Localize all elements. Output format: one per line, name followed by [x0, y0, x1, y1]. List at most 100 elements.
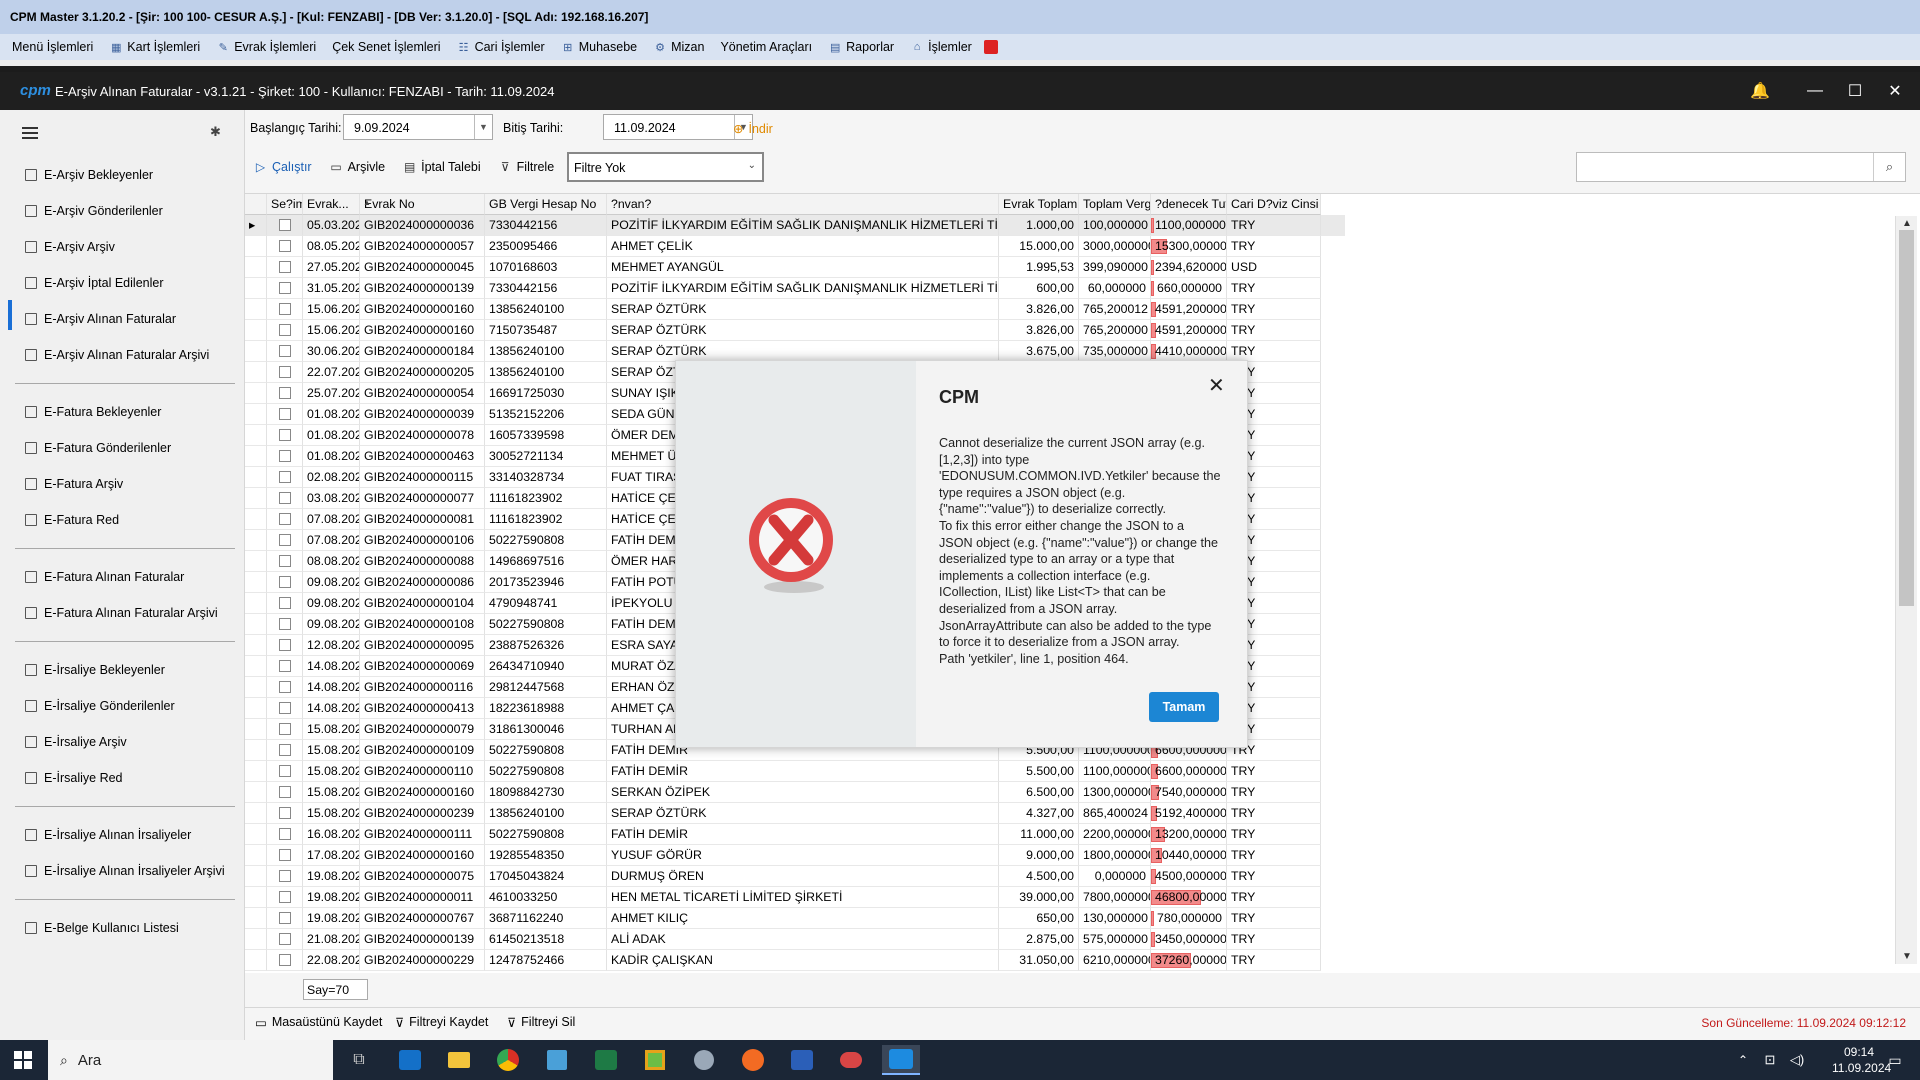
table-row[interactable]: 19.08.2024GIB202400000076736871162240AHM…	[245, 908, 1345, 929]
sidebar-item-efatura-arsiv[interactable]: E-Fatura Arşiv	[25, 473, 123, 495]
row-checkbox[interactable]	[279, 219, 291, 231]
chrome-icon[interactable]	[493, 1045, 523, 1075]
row-checkbox[interactable]	[279, 450, 291, 462]
menu-kart-islemleri[interactable]: ▦ Kart İşlemleri	[101, 36, 208, 58]
row-checkbox[interactable]	[279, 723, 291, 735]
menu-cek-senet[interactable]: Çek Senet İşlemleri	[324, 36, 448, 58]
excel-icon[interactable]	[591, 1045, 621, 1075]
menu-yonetim-araclari[interactable]: Yönetim Araçları	[712, 36, 820, 58]
row-checkbox[interactable]	[279, 849, 291, 861]
row-checkbox[interactable]	[279, 786, 291, 798]
table-row[interactable]: 16.08.2024GIB202400000011150227590808FAT…	[245, 824, 1345, 845]
sidebar-item-eirsaliye-bekleyenler[interactable]: E-İrsaliye Bekleyenler	[25, 659, 165, 681]
menu-muhasebe[interactable]: ⊞ Muhasebe	[553, 36, 645, 58]
sidebar-item-earsiv-arsiv[interactable]: E-Arşiv Arşiv	[25, 236, 115, 258]
row-checkbox[interactable]	[279, 471, 291, 483]
row-checkbox[interactable]	[279, 597, 291, 609]
save-filter-button[interactable]: ⊽ Filtreyi Kaydet	[395, 1008, 488, 1036]
volume-icon[interactable]: ◁)	[1782, 1045, 1812, 1075]
sidebar-item-earsiv-bekleyenler[interactable]: E-Arşiv Bekleyenler	[25, 164, 153, 186]
taskbar-clock[interactable]: 09:14 11.09.2024	[1832, 1044, 1891, 1076]
row-checkbox[interactable]	[279, 660, 291, 672]
menu-cari-islemler[interactable]: ☷ Cari İşlemler	[449, 36, 553, 58]
column-header[interactable]: Evrak...	[303, 194, 360, 215]
table-row[interactable]: 08.05.2024GIB20240000000572350095466AHME…	[245, 236, 1345, 257]
maximize-button[interactable]: ☐	[1835, 72, 1875, 110]
menu-islemler[interactable]: ⌂ İşlemler	[902, 36, 980, 58]
column-header[interactable]: GB Vergi Hesap No	[485, 194, 607, 215]
app-icon[interactable]	[836, 1045, 866, 1075]
row-checkbox[interactable]	[279, 513, 291, 525]
search-icon[interactable]: ⌕	[1873, 153, 1905, 181]
search-input[interactable]: ⌕	[1576, 152, 1906, 182]
word-icon[interactable]	[787, 1045, 817, 1075]
column-header[interactable]: Cari D?viz Cinsi	[1227, 194, 1321, 215]
sidebar-item-earsiv-alinan-faturalar[interactable]: E-Arşiv Alınan Faturalar	[25, 308, 176, 330]
sidebar-item-earsiv-gonderilenler[interactable]: E-Arşiv Gönderilenler	[25, 200, 163, 222]
row-checkbox[interactable]	[279, 828, 291, 840]
archive-button[interactable]: ▭ Arşivle	[321, 155, 395, 179]
row-checkbox[interactable]	[279, 912, 291, 924]
column-header[interactable]: ?nvan?	[607, 194, 999, 215]
sidebar-item-efatura-gonderilenler[interactable]: E-Fatura Gönderilenler	[25, 437, 171, 459]
tool-icon[interactable]	[689, 1045, 719, 1075]
close-window-button[interactable]: ✕	[1875, 72, 1915, 110]
sidebar-item-eirsaliye-red[interactable]: E-İrsaliye Red	[25, 767, 123, 789]
row-checkbox[interactable]	[279, 555, 291, 567]
minimize-button[interactable]: —	[1795, 72, 1835, 110]
sidebar-item-eirsaliye-arsiv[interactable]: E-İrsaliye Arşiv	[25, 731, 127, 753]
cancel-request-button[interactable]: ▤ İptal Talebi	[394, 155, 490, 179]
vertical-scrollbar[interactable]: ▲ ▼	[1895, 216, 1917, 964]
table-row[interactable]: 30.06.2024GIB202400000018413856240100SER…	[245, 341, 1345, 362]
table-row[interactable]: 15.08.2024GIB202400000011050227590808FAT…	[245, 761, 1345, 782]
table-row[interactable]: 27.05.2024GIB20240000000451070168603MEHM…	[245, 257, 1345, 278]
hamburger-menu-icon[interactable]	[22, 127, 38, 139]
ok-button[interactable]: Tamam	[1149, 692, 1219, 722]
save-desktop-button[interactable]: ▭ Masaüstünü Kaydet	[255, 1008, 382, 1036]
exit-icon[interactable]	[983, 40, 998, 54]
row-checkbox[interactable]	[279, 366, 291, 378]
row-checkbox[interactable]	[279, 324, 291, 336]
menu-islemleri[interactable]: Menü İşlemleri	[4, 36, 101, 58]
end-date-picker[interactable]: 11.09.2024 ▼	[603, 114, 753, 140]
row-checkbox[interactable]	[279, 240, 291, 252]
tray-chevron-icon[interactable]: ⌃	[1728, 1045, 1758, 1075]
column-header[interactable]: Evrak Toplam	[999, 194, 1079, 215]
notification-icon[interactable]: 🔔	[1740, 72, 1780, 110]
menu-evrak-islemleri[interactable]: ✎ Evrak İşlemleri	[208, 36, 324, 58]
sidebar-item-eirsaliye-alinan-arsivi[interactable]: E-İrsaliye Alınan İrsaliyeler Arşivi	[25, 860, 225, 882]
filter-select[interactable]: Filtre Yok ⌄	[567, 152, 764, 182]
menu-raporlar[interactable]: ▤ Raporlar	[820, 36, 902, 58]
sidebar-item-earsiv-alinan-arsivi[interactable]: E-Arşiv Alınan Faturalar Arşivi	[25, 344, 209, 366]
menu-mizan[interactable]: ⚙ Mizan	[645, 36, 712, 58]
scroll-up-icon[interactable]: ▲	[1902, 218, 1912, 229]
row-checkbox[interactable]	[279, 534, 291, 546]
row-checkbox[interactable]	[279, 492, 291, 504]
row-checkbox[interactable]	[279, 891, 291, 903]
sidebar-item-efatura-alinan-arsivi[interactable]: E-Fatura Alınan Faturalar Arşivi	[25, 602, 218, 624]
row-checkbox[interactable]	[279, 261, 291, 273]
sidebar-item-efatura-alinan[interactable]: E-Fatura Alınan Faturalar	[25, 566, 184, 588]
sidebar-item-earsiv-iptal[interactable]: E-Arşiv İptal Edilenler	[25, 272, 164, 294]
taskbar-search[interactable]: ⌕ Ara	[48, 1040, 333, 1080]
table-row[interactable]: 15.08.2024GIB202400000016018098842730SER…	[245, 782, 1345, 803]
start-date-picker[interactable]: 9.09.2024 ▼	[343, 114, 493, 140]
row-checkbox[interactable]	[279, 765, 291, 777]
row-checkbox[interactable]	[279, 387, 291, 399]
row-checkbox[interactable]	[279, 933, 291, 945]
table-row[interactable]: 19.08.2024GIB202400000007517045043824DUR…	[245, 866, 1345, 887]
download-button[interactable]: ⊕ İndir	[733, 121, 773, 137]
scrollbar-thumb[interactable]	[1899, 230, 1914, 606]
row-checkbox[interactable]	[279, 282, 291, 294]
pin-icon[interactable]: ✱	[210, 124, 221, 140]
app-icon[interactable]	[640, 1045, 670, 1075]
firefox-icon[interactable]	[738, 1045, 768, 1075]
delete-filter-button[interactable]: ⊽ Filtreyi Sil	[507, 1008, 575, 1036]
table-row[interactable]: 17.08.2024GIB202400000016019285548350YUS…	[245, 845, 1345, 866]
row-checkbox[interactable]	[279, 618, 291, 630]
table-row[interactable]: 22.08.2024GIB202400000022912478752466KAD…	[245, 950, 1345, 971]
network-icon[interactable]: ⊡	[1755, 1045, 1785, 1075]
row-checkbox[interactable]	[279, 429, 291, 441]
sidebar-item-efatura-bekleyenler[interactable]: E-Fatura Bekleyenler	[25, 401, 161, 423]
run-button[interactable]: ▷ Çalıştır	[245, 155, 321, 179]
